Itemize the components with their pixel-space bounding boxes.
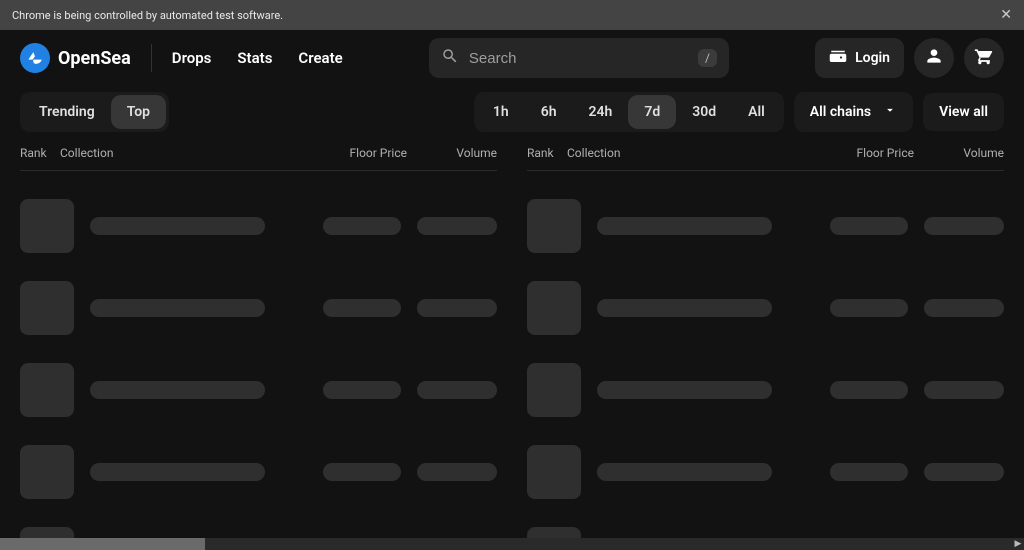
scroll-right-arrow[interactable]: ▶ (1012, 538, 1024, 550)
col-collection: Collection (60, 146, 277, 160)
search-input[interactable] (469, 50, 688, 67)
skeleton-volume (924, 463, 1004, 481)
search-icon (441, 47, 459, 69)
rankings-table-right: Rank Collection Floor Price Volume (527, 146, 1004, 550)
table-body (527, 185, 1004, 550)
col-floor: Floor Price (277, 146, 407, 160)
skeleton-floor (323, 217, 401, 235)
skeleton-volume (924, 299, 1004, 317)
table-body (20, 185, 497, 550)
skeleton-thumbnail (527, 199, 581, 253)
automation-message: Chrome is being controlled by automated … (12, 9, 283, 22)
nav-link-drops[interactable]: Drops (172, 49, 212, 67)
skeleton-thumbnail (20, 199, 74, 253)
skeleton-name (597, 217, 772, 235)
col-volume: Volume (407, 146, 497, 160)
search-shortcut-hint: / (698, 49, 717, 67)
skeleton-volume (924, 381, 1004, 399)
timeframe-30d[interactable]: 30d (676, 95, 732, 129)
skeleton-floor (323, 381, 401, 399)
table-header: Rank Collection Floor Price Volume (20, 146, 497, 171)
chains-filter-button[interactable]: All chains (794, 92, 913, 132)
col-floor: Floor Price (784, 146, 914, 160)
skeleton-thumbnail (20, 281, 74, 335)
login-button[interactable]: Login (815, 38, 904, 78)
timeframe-all[interactable]: All (732, 95, 781, 129)
skeleton-thumbnail (20, 363, 74, 417)
skeleton-thumbnail (527, 363, 581, 417)
skeleton-name (597, 299, 772, 317)
col-rank: Rank (527, 146, 567, 160)
cart-button[interactable] (964, 38, 1004, 78)
table-row-skeleton (527, 185, 1004, 267)
timeframe-24h[interactable]: 24h (573, 95, 629, 129)
opensea-logo-icon (20, 43, 50, 73)
wallet-icon (829, 47, 847, 69)
timeframe-tabs: 1h 6h 24h 7d 30d All (474, 92, 784, 132)
nav-divider (151, 44, 152, 72)
brand-logo[interactable]: OpenSea (20, 43, 131, 73)
skeleton-name (597, 381, 772, 399)
user-icon (924, 46, 944, 70)
brand-name: OpenSea (58, 48, 131, 69)
skeleton-name (597, 463, 772, 481)
skeleton-floor (830, 463, 908, 481)
skeleton-floor (830, 217, 908, 235)
skeleton-floor (830, 299, 908, 317)
account-button[interactable] (914, 38, 954, 78)
chains-label: All chains (810, 104, 871, 120)
col-volume: Volume (914, 146, 1004, 160)
skeleton-volume (924, 217, 1004, 235)
table-row-skeleton (20, 185, 497, 267)
nav-links: Drops Stats Create (172, 49, 343, 67)
rankings-table-left: Rank Collection Floor Price Volume (20, 146, 497, 550)
table-row-skeleton (527, 267, 1004, 349)
cart-icon (974, 46, 994, 70)
skeleton-thumbnail (527, 281, 581, 335)
table-header: Rank Collection Floor Price Volume (527, 146, 1004, 171)
ranking-tabs: Trending Top (20, 92, 169, 132)
skeleton-name (90, 381, 265, 399)
table-row-skeleton (527, 431, 1004, 513)
col-collection: Collection (567, 146, 784, 160)
skeleton-thumbnail (527, 445, 581, 499)
table-row-skeleton (20, 267, 497, 349)
skeleton-floor (323, 463, 401, 481)
skeleton-thumbnail (20, 445, 74, 499)
navbar: OpenSea Drops Stats Create / Login (0, 30, 1024, 86)
filter-bar: Trending Top 1h 6h 24h 7d 30d All All ch… (0, 86, 1024, 146)
nav-right: Login (815, 38, 1004, 78)
skeleton-volume (417, 299, 497, 317)
skeleton-volume (417, 217, 497, 235)
table-row-skeleton (527, 349, 1004, 431)
col-rank: Rank (20, 146, 60, 160)
rankings-tables: Rank Collection Floor Price Volume Rank … (0, 146, 1024, 550)
table-row-skeleton (20, 431, 497, 513)
skeleton-floor (830, 381, 908, 399)
timeframe-7d[interactable]: 7d (628, 95, 676, 129)
login-label: Login (855, 50, 890, 66)
nav-link-stats[interactable]: Stats (237, 49, 272, 67)
search-box[interactable]: / (429, 38, 729, 78)
scrollbar-thumb[interactable] (0, 538, 205, 550)
view-all-button[interactable]: View all (923, 93, 1004, 131)
nav-link-create[interactable]: Create (298, 49, 342, 67)
tab-trending[interactable]: Trending (23, 95, 111, 129)
skeleton-volume (417, 381, 497, 399)
automation-info-bar: Chrome is being controlled by automated … (0, 0, 1024, 30)
skeleton-floor (323, 299, 401, 317)
tab-top[interactable]: Top (111, 95, 166, 129)
skeleton-volume (417, 463, 497, 481)
horizontal-scrollbar[interactable]: ◀ ▶ (0, 538, 1024, 550)
timeframe-1h[interactable]: 1h (477, 95, 525, 129)
table-row-skeleton (20, 349, 497, 431)
close-icon[interactable]: ✕ (1000, 7, 1012, 23)
skeleton-name (90, 299, 265, 317)
timeframe-6h[interactable]: 6h (525, 95, 573, 129)
chevron-down-icon (883, 103, 897, 121)
skeleton-name (90, 463, 265, 481)
skeleton-name (90, 217, 265, 235)
